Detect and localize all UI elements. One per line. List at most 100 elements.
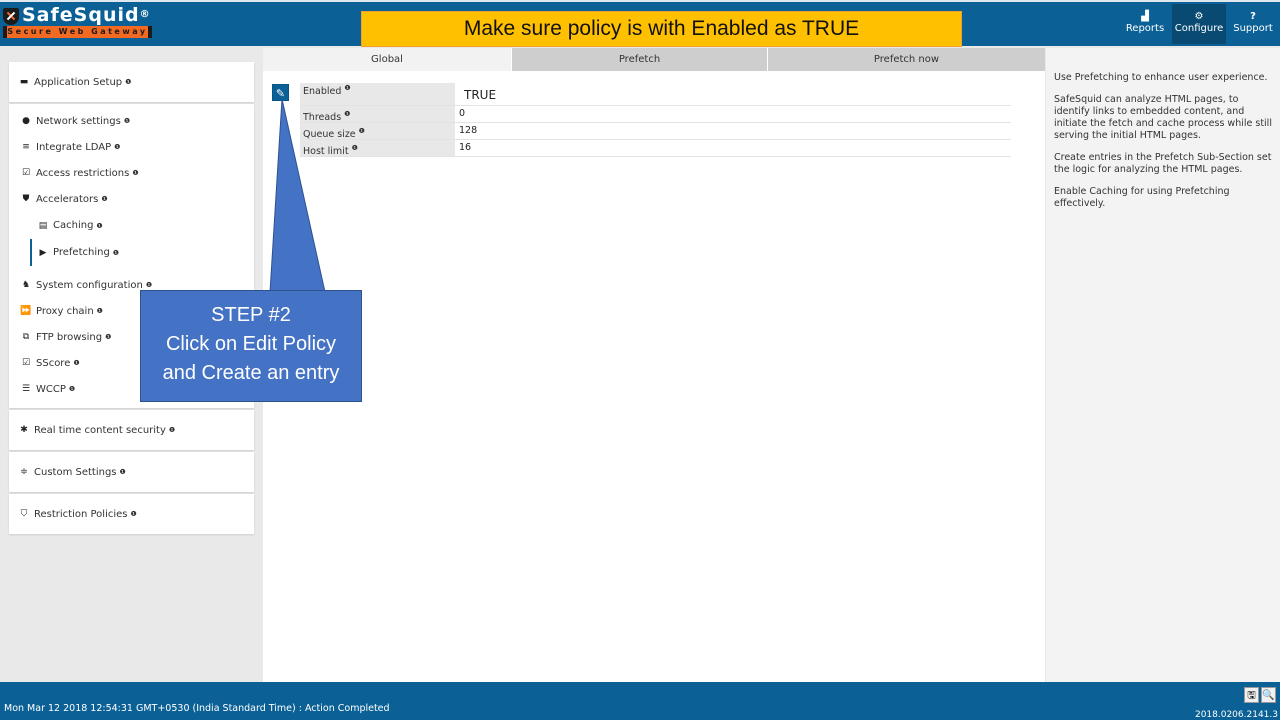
sidebar-item-label: Network settings <box>36 115 121 127</box>
sidebar-head-custom-settings[interactable]: ≑ Custom Settings ❶ <box>9 452 254 492</box>
search-button[interactable]: 🔍 <box>1261 687 1276 703</box>
help-panel: Use Prefetching to enhance user experien… <box>1046 48 1280 682</box>
info-icon[interactable]: ❶ <box>113 249 119 257</box>
property-row-threads: Threads ❶ 0 <box>300 106 1011 123</box>
sidebar-head-real-time-content-security[interactable]: ✱ Real time content security ❶ <box>9 410 254 450</box>
logo-tagline: Secure Web Gateway <box>3 26 152 38</box>
sidebar-item-label: Caching <box>53 220 94 231</box>
property-key: Queue size ❶ <box>300 123 455 140</box>
info-icon[interactable]: ❶ <box>352 144 358 152</box>
version-label: 2018.0206.2141.3 <box>1194 710 1278 720</box>
sidebar-head-label: Real time content security <box>34 424 166 436</box>
info-icon[interactable]: ❶ <box>97 307 103 315</box>
sidebar-item-accelerators[interactable]: ⛊ Accelerators ❶ <box>9 186 254 212</box>
property-value: 128 <box>459 125 478 136</box>
info-icon[interactable]: ❶ <box>131 510 137 518</box>
server-icon: ☰ <box>21 384 31 394</box>
sidebar-head-label: Custom Settings <box>34 466 117 478</box>
top-nav: ▟ Reports ⚙ Configure ? Support <box>1118 4 1280 44</box>
question-icon: ? <box>1250 11 1256 22</box>
save-button[interactable]: 🖫 <box>1244 687 1259 703</box>
shield-icon: ⛉ <box>20 509 28 519</box>
sidebar-item-integrate-ldap[interactable]: ≡ Integrate LDAP ❶ <box>9 134 254 160</box>
info-icon[interactable]: ❶ <box>132 169 138 177</box>
sidebar-group-custom-settings: ≑ Custom Settings ❶ <box>9 452 254 492</box>
nav-configure[interactable]: ⚙ Configure <box>1172 4 1226 44</box>
sidebar-item-caching[interactable]: ▤ Caching ❶ <box>9 212 254 239</box>
sidebar-item-label: FTP browsing <box>36 331 103 343</box>
step-callout: STEP #2 Click on Edit Policy and Create … <box>140 290 362 402</box>
property-key: Threads ❶ <box>300 106 455 123</box>
info-icon[interactable]: ❶ <box>120 468 126 476</box>
sidebar-item-prefetching[interactable]: ▶ Prefetching ❶ <box>30 239 254 266</box>
tab-prefetch[interactable]: Prefetch <box>511 48 767 71</box>
globe-icon: ● <box>22 116 30 126</box>
info-icon[interactable]: ❶ <box>124 117 130 125</box>
info-icon[interactable]: ❶ <box>125 78 131 86</box>
property-row-queue-size: Queue size ❶ 128 <box>300 123 1011 140</box>
sliders-icon: ≑ <box>20 467 28 477</box>
logo-shield-icon <box>3 7 19 25</box>
footer-buttons: 🖫 🔍 <box>1244 687 1276 703</box>
tab-global[interactable]: Global <box>263 48 511 71</box>
status-bar: Mon Mar 12 2018 12:54:31 GMT+0530 (India… <box>0 682 1280 720</box>
callout-line: Click on Edit Policy <box>165 333 337 355</box>
search-icon: 🔍 <box>1262 690 1275 701</box>
info-icon[interactable]: ❶ <box>96 222 102 230</box>
fast-forward-icon: ⏩ <box>20 306 32 316</box>
nav-reports-label: Reports <box>1125 23 1165 34</box>
chart-icon: ▟ <box>1141 11 1149 22</box>
help-paragraph: Use Prefetching to enhance user experien… <box>1054 72 1268 83</box>
main-content: Global Prefetch Prefetch now ✎ Enabled ❶ … <box>263 48 1045 682</box>
top-header: SafeSquid® Secure Web Gateway Make sure … <box>0 0 1280 47</box>
bug-icon: ✱ <box>20 425 28 435</box>
safesquid-logo[interactable]: SafeSquid® Secure Web Gateway <box>3 5 153 45</box>
nav-support[interactable]: ? Support <box>1226 4 1280 44</box>
copy-icon: ⧉ <box>22 332 30 342</box>
info-icon[interactable]: ❶ <box>344 110 350 118</box>
info-icon[interactable]: ❶ <box>146 281 152 289</box>
instruction-banner: Make sure policy is with Enabled as TRUE <box>361 11 962 47</box>
sidebar-head-restriction-policies[interactable]: ⛉ Restriction Policies ❶ <box>9 494 254 534</box>
info-icon[interactable]: ❶ <box>114 143 120 151</box>
sidebar-item-label: SScore <box>36 357 71 369</box>
info-icon[interactable]: ❶ <box>105 333 111 341</box>
checkbox-icon: ☑ <box>21 358 31 368</box>
property-value: TRUE <box>464 88 497 102</box>
sidebar-group-restriction-policies: ⛉ Restriction Policies ❶ <box>9 494 254 534</box>
sidebar-item-label: Integrate LDAP <box>36 141 112 153</box>
property-key: Enabled ❶ <box>300 83 455 105</box>
sidebar-item-label: Prefetching <box>53 247 110 258</box>
property-row-enabled: Enabled ❶ TRUE <box>300 83 1011 106</box>
sidebar-item-access-restrictions[interactable]: ☑ Access restrictions ❶ <box>9 160 254 186</box>
info-icon[interactable]: ❶ <box>344 84 350 92</box>
sidebar-item-label: WCCP <box>36 383 66 395</box>
sidebar-item-label: Accelerators <box>36 193 99 205</box>
save-icon: 🖫 <box>1247 690 1256 701</box>
edit-policy-button[interactable]: ✎ <box>272 84 289 101</box>
step-forward-icon: ▶ <box>39 247 47 258</box>
info-icon[interactable]: ❶ <box>73 359 79 367</box>
cogs-icon: ⚙ <box>1194 11 1204 22</box>
help-paragraph: SafeSquid can analyze HTML pages, to ide… <box>1054 94 1272 141</box>
info-icon[interactable]: ❶ <box>169 426 175 434</box>
tab-bar: Global Prefetch Prefetch now <box>263 48 1045 71</box>
sidebar-item-network-settings[interactable]: ● Network settings ❶ <box>9 108 254 134</box>
sitemap-icon: ♞ <box>21 280 31 290</box>
tab-prefetch-now[interactable]: Prefetch now <box>767 48 1045 71</box>
status-message: Mon Mar 12 2018 12:54:31 GMT+0530 (India… <box>4 703 390 714</box>
help-paragraph: Enable Caching for using Prefetching eff… <box>1054 186 1230 209</box>
sidebar-item-label: Proxy chain <box>36 305 94 317</box>
info-icon[interactable]: ❶ <box>101 195 107 203</box>
nav-configure-label: Configure <box>1174 23 1224 34</box>
sidebar-head-application-setup[interactable]: ▬ Application Setup ❶ <box>9 62 254 102</box>
property-key: Host limit ❶ <box>300 140 455 157</box>
callout-line: STEP #2 <box>211 304 291 326</box>
info-icon[interactable]: ❶ <box>69 385 75 393</box>
nav-support-label: Support <box>1233 23 1273 34</box>
edit-icon: ✎ <box>275 87 286 100</box>
accelerator-icon: ⛊ <box>22 194 30 204</box>
nav-reports[interactable]: ▟ Reports <box>1118 4 1172 44</box>
logo-title: SafeSquid® <box>22 4 151 26</box>
info-icon[interactable]: ❶ <box>359 127 365 135</box>
